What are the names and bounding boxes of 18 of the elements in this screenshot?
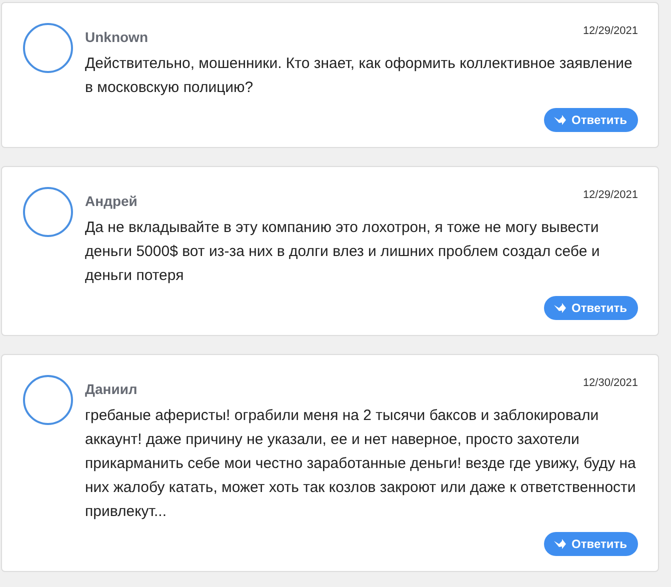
comment-date: 12/30/2021	[582, 377, 638, 389]
comment-date: 12/29/2021	[582, 189, 638, 201]
avatar-icon	[23, 187, 73, 237]
avatar-icon	[23, 375, 73, 425]
comment-text: гребаные аферисты! ограбили меня на 2 тысячи баксов и заблокировали аккаунт! даже причину не указали, ее и нет наверное, просто захотели прикарманить себе мои честно заработанные деньги! везде где увижу, буду на них жалобу катать, может хоть так козлов закроют или даже к ответственности привлекут...	[85, 406, 637, 522]
avatar-icon	[23, 23, 73, 73]
comment-text: Да не вкладывайте в эту компанию это лохотрон, я тоже не могу вывести деньги 5000$ вот из-за них в долги влез и лишних проблем создал себе и деньги потеря	[85, 218, 601, 286]
author-name: Unknown	[85, 29, 148, 45]
reply-arrow-icon	[552, 302, 567, 314]
author-name: Даниил	[85, 381, 138, 397]
author-name: Андрей	[85, 193, 138, 209]
reply-button[interactable]: Ответить	[544, 532, 638, 556]
reply-button[interactable]: Ответить	[544, 108, 638, 132]
reply-arrow-icon	[552, 538, 567, 550]
comment-text: Действительно, мошенники. Кто знает, как оформить коллективное заявление в московскую полицию?	[85, 54, 634, 98]
reply-arrow-icon	[552, 114, 567, 126]
comment-date: 12/29/2021	[582, 25, 638, 37]
reply-button[interactable]: Ответить	[544, 296, 638, 320]
